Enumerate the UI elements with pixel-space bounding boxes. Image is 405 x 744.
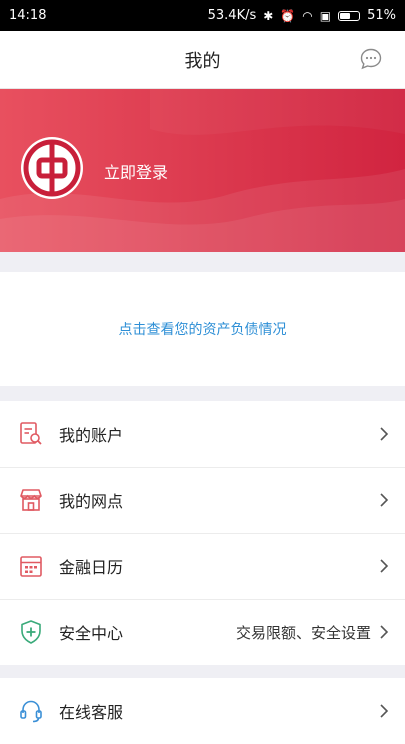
menu-item-my-branch[interactable]: 我的网点 bbox=[0, 467, 405, 533]
battery-percent: 51% bbox=[367, 8, 396, 23]
login-link[interactable]: 立即登录 bbox=[104, 159, 168, 183]
status-indicators: 53.4K/s ✱ ⏰ ◠ ▣ 51% bbox=[208, 8, 396, 23]
menu-group-main: 我的账户 我的网点 金融日历 安全中心 交易限额、安全设置 bbox=[0, 401, 405, 665]
chevron-right-icon bbox=[380, 493, 389, 507]
menu-item-security-center[interactable]: 安全中心 交易限额、安全设置 bbox=[0, 599, 405, 665]
network-speed: 53.4K/s bbox=[207, 8, 257, 23]
page-title: 我的 bbox=[184, 50, 221, 72]
status-time: 14:18 bbox=[9, 8, 47, 23]
chevron-right-icon bbox=[380, 625, 389, 639]
menu-item-label: 安全中心 bbox=[59, 624, 124, 643]
branch-store-icon bbox=[20, 489, 42, 511]
header: 我的 bbox=[0, 31, 405, 89]
chevron-right-icon bbox=[380, 704, 389, 718]
calendar-icon bbox=[20, 556, 42, 577]
alarm-icon: ⏰ bbox=[280, 8, 296, 23]
battery-icon bbox=[338, 10, 361, 21]
status-bar: 14:18 53.4K/s ✱ ⏰ ◠ ▣ 51% bbox=[0, 0, 405, 31]
security-settings-hint: 交易限额、安全设置 bbox=[235, 623, 371, 642]
asset-summary-card: 点击查看您的资产负债情况 bbox=[0, 272, 405, 386]
wifi-icon: ◠ bbox=[302, 8, 313, 23]
sim-icon: ▣ bbox=[319, 8, 332, 23]
menu-item-label: 我的账户 bbox=[59, 426, 124, 445]
chevron-right-icon bbox=[380, 427, 389, 441]
chevron-right-icon bbox=[380, 559, 389, 573]
menu-item-my-account[interactable]: 我的账户 bbox=[0, 401, 405, 467]
menu-item-label: 在线客服 bbox=[59, 703, 124, 722]
menu-item-online-service[interactable]: 在线客服 bbox=[0, 678, 405, 744]
chat-bubble-icon[interactable] bbox=[359, 47, 383, 71]
profile-banner: 立即登录 bbox=[0, 89, 405, 252]
view-assets-link[interactable]: 点击查看您的资产负债情况 bbox=[119, 319, 287, 339]
bluetooth-icon: ✱ bbox=[263, 8, 274, 23]
bank-logo-icon[interactable] bbox=[20, 136, 84, 200]
headset-icon bbox=[20, 700, 42, 723]
menu-item-label: 我的网点 bbox=[59, 492, 124, 511]
menu-item-financial-calendar[interactable]: 金融日历 bbox=[0, 533, 405, 599]
shield-plus-icon bbox=[21, 620, 41, 644]
menu-item-label: 金融日历 bbox=[59, 558, 124, 577]
menu-group-support: 在线客服 bbox=[0, 678, 405, 744]
account-document-icon bbox=[20, 422, 42, 445]
